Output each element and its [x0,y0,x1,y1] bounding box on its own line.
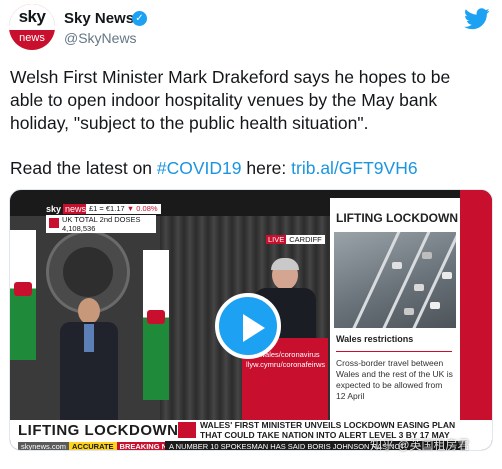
flag-dragon [14,282,32,296]
tweet-read-line: Read the latest on #COVID19 here: trib.a… [10,158,418,179]
live-badge: LIVE [266,235,287,244]
seal-inner [63,247,113,297]
lower-third-title: LIFTING LOCKDOWN [18,422,179,439]
watermark: 知乎 @英国租房君 [370,438,470,452]
car [442,272,452,279]
article-link[interactable]: trib.al/GFT9VH6 [291,158,417,178]
currency-rate: £1 = €1.17 [89,204,125,213]
info-panel: LIFTING LOCKDOWN Wales restrictions Cros… [330,198,460,422]
currency-change: ▼ 0.08% [126,204,158,213]
panel-accent-strip [460,190,492,422]
car [422,252,432,259]
verified-badge-icon: ✓ [132,11,147,26]
avatar[interactable]: sky news [9,4,55,50]
car [404,308,414,315]
welsh-dragon-icon [178,422,196,438]
currency-ticker: £1 = €1.17 ▼ 0.08% [86,204,161,214]
lane-line [348,232,403,328]
sky-logo-text: sky [46,204,62,214]
syringe-icon [49,218,59,228]
speaker-hair [271,258,299,270]
tweet-text-line: holiday, "subject to the public health s… [10,113,369,133]
live-location-tag: LIVE CARDIFF [266,235,325,245]
location-label: CARDIFF [286,235,325,244]
read-prefix: Read the latest on [10,158,157,178]
tweet-header: sky news Sky News ✓ @SkyNews [0,0,502,56]
dose-value: 4,108,536 [62,223,96,233]
twitter-bird-icon[interactable] [464,8,490,30]
tweet-text: Welsh First Minister Mark Drakeford says… [10,66,496,135]
play-button[interactable] [215,293,281,359]
panel-title: LIFTING LOCKDOWN [336,211,458,225]
car [430,302,440,309]
author-handle[interactable]: @SkyNews [64,30,137,46]
play-icon [243,314,265,342]
welsh-flag-icon [10,230,36,360]
avatar-news-text: news [19,32,45,44]
motorway-photo [334,232,456,328]
signer-head [78,298,100,324]
author-name[interactable]: Sky News [64,10,134,27]
sky-logo-news: news [63,204,89,214]
video-player[interactable]: gov.wales/coronavirus llyw.cymru/coronaf… [9,189,493,451]
car [414,284,424,291]
lower-third-accurate: ACCURATE [69,442,117,450]
sign-language-interpreter [54,298,124,422]
lower-third-url: skynews.com ACCURATE BREAKING NEWS [18,441,188,450]
vaccine-dose-box: UK TOTAL 2nd DOSES 4,108,536 [46,215,156,233]
lower-third-domain: skynews.com [18,442,70,450]
tweet-text-line: Welsh First Minister Mark Drakeford says… [10,67,451,87]
hashtag-link[interactable]: #COVID19 [157,158,242,178]
avatar-sky-text: sky [18,7,46,26]
panel-subtitle: Wales restrictions [336,334,414,344]
podium-line: llyw.cymru/coronafeirws [246,360,326,369]
flag-dragon [147,310,165,324]
welsh-flag-icon [143,250,169,400]
lane-line [408,232,456,328]
panel-divider [336,351,452,352]
signer-shirt [84,324,94,352]
sky-news-logo: sky news [46,204,89,214]
read-mid: here: [241,158,292,178]
car [392,262,402,269]
tweet-text-line: able to open indoor hospitality venues b… [10,90,438,110]
panel-body: Cross-border travel between Wales and th… [336,358,453,401]
